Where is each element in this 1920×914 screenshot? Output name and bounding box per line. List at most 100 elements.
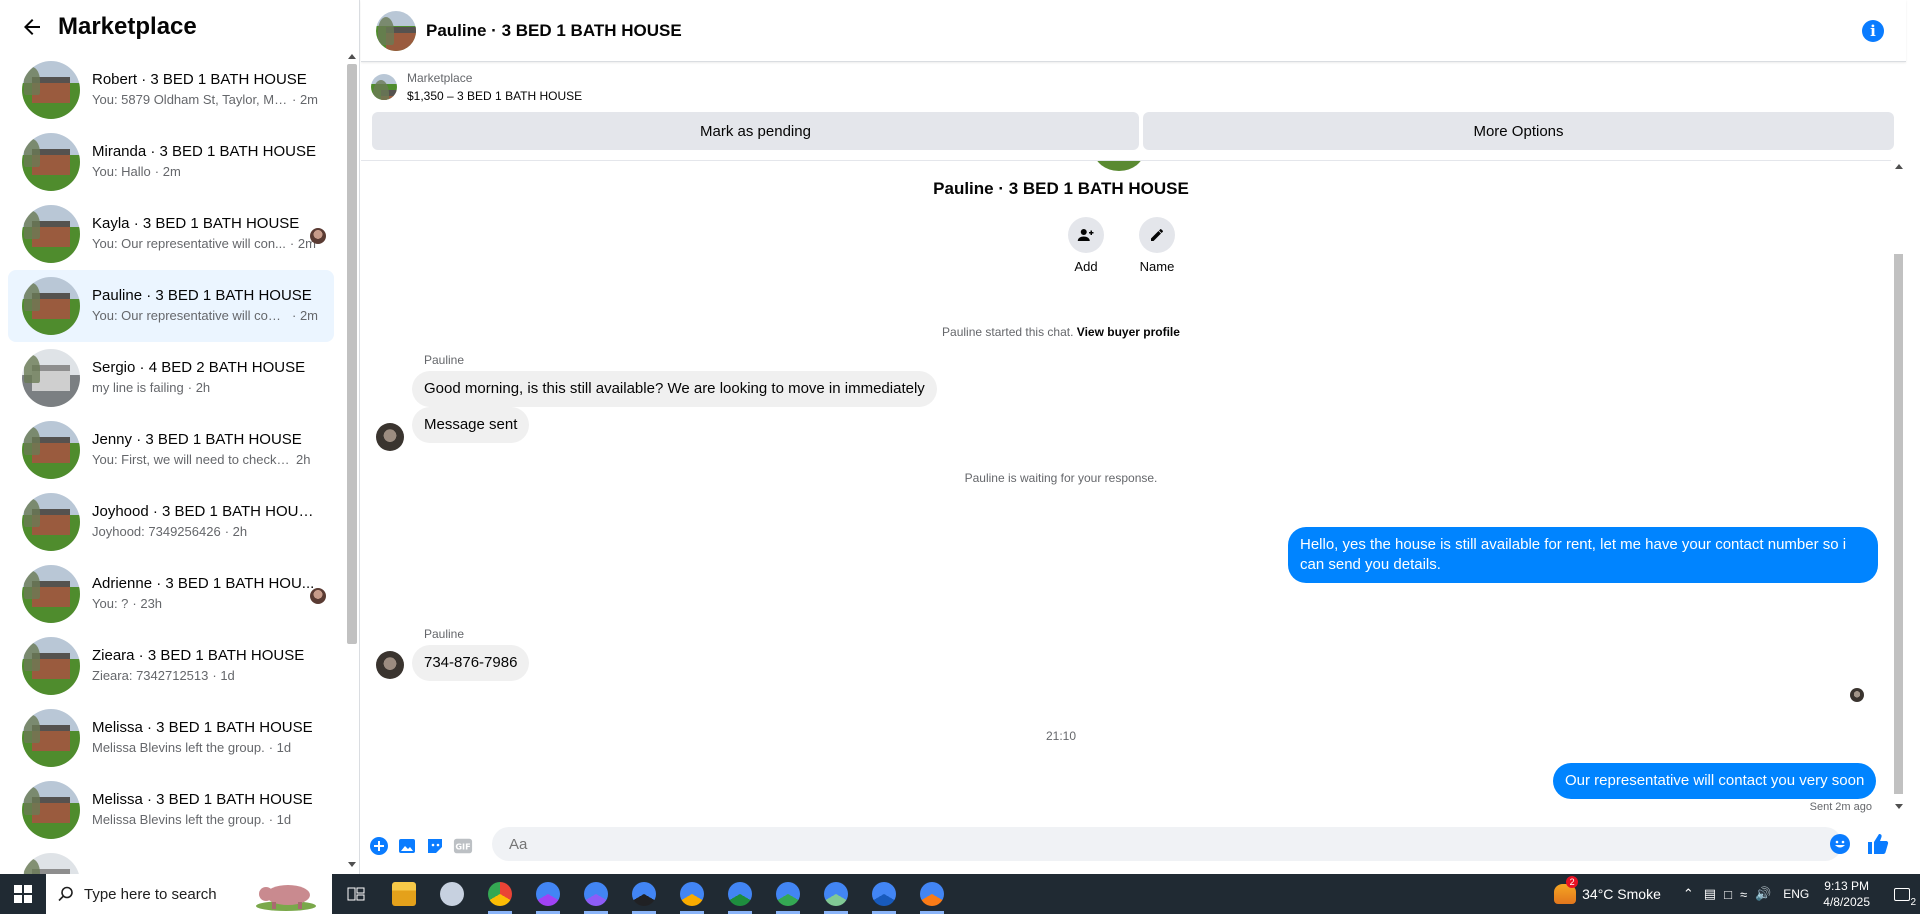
conversation-item[interactable]: Sergio · 4 BED 2 BATH HOUSE my line is fa… [8,342,334,414]
conversation-item[interactable]: Pauline · 3 BED 1 BATH HOUSE You: Our rep… [8,270,334,342]
marketplace-listing-bar[interactable]: Marketplace $1,350 – 3 BED 1 BATH HOUSE [361,62,1906,112]
conversation-preview: Melissa Blevins left the group. [92,740,265,755]
conversation-avatar [22,205,80,263]
emoji-icon[interactable] [1830,834,1850,854]
conversation-avatar [22,493,80,551]
conversation-item[interactable]: Melissa · 3 BED 1 BATH HOUSE Melissa Blev… [8,774,334,846]
clock[interactable]: 9:13 PM 4/8/2025 [1823,878,1870,910]
conversation-item[interactable]: Robert · 3 BED 1 BATH HOUSE You: 5879 Old… [8,54,334,126]
time-divider: 21:10 [1045,729,1077,743]
conversation-time: · 23h [132,596,163,611]
chrome-profile-icon[interactable] [668,874,716,914]
name-group-button[interactable]: Name [1139,217,1175,274]
group-avatar [1094,161,1144,171]
task-view-icon[interactable] [332,874,380,914]
chrome-icon[interactable] [476,874,524,914]
sender-avatar[interactable] [376,423,404,451]
chrome-profile-icon[interactable] [908,874,956,914]
taskbar-search[interactable]: Type here to search [46,874,332,914]
gif-icon[interactable]: GIF [453,836,473,856]
conversation-name: Jenny · 3 BED 1 BATH HOUSE [92,431,302,448]
search-icon [58,886,73,902]
chat-avatar[interactable] [376,10,416,51]
sticker-icon[interactable] [425,836,445,856]
chrome-profile-icon[interactable] [716,874,764,914]
file-explorer-icon[interactable] [380,874,428,914]
message-input[interactable] [492,827,1842,861]
scroll-up-icon[interactable] [1895,164,1903,169]
conversation-avatar [22,277,80,335]
conversation-name: Pauline · 3 BED 1 BATH HOUSE [92,287,312,304]
chevron-up-icon[interactable]: ⌃ [1683,886,1694,902]
plus-icon[interactable] [369,836,389,856]
conversation-avatar [22,781,80,839]
scroll-up-icon[interactable] [348,54,356,59]
notification-center-icon[interactable]: 2 [1884,874,1920,914]
like-thumbs-up-icon[interactable] [1866,832,1890,856]
chat-title[interactable]: Pauline · 3 BED 1 BATH HOUSE [426,21,682,41]
weather-text: 34°C Smoke [1582,886,1661,902]
conversation-time: · 2h [224,524,248,539]
listing-title[interactable]: $1,350 – 3 BED 1 BATH HOUSE [407,87,582,105]
clock-date: 4/8/2025 [1823,895,1870,909]
chrome-profile-icon[interactable] [572,874,620,914]
conversation-item[interactable]: Zieara · 3 BED 1 BATH HOUSE Zieara: 73427… [8,630,334,702]
volume-icon[interactable]: 🔊 [1755,886,1771,902]
incoming-message[interactable]: Message sent [412,407,530,443]
meet-now-icon[interactable]: □ [1724,887,1732,902]
view-buyer-profile-link[interactable]: View buyer profile [1077,325,1180,339]
sidebar-title: Marketplace [58,13,197,40]
more-options-button[interactable]: More Options [1143,112,1894,150]
mark-as-pending-button[interactable]: Mark as pending [372,112,1139,150]
system-tray: 2 34°C Smoke ⌃ ▤ □ ≈ 🔊 ENG 9:13 PM 4/8/2… [1554,874,1920,914]
network-icon[interactable]: ▤ [1704,886,1716,902]
conversation-avatar [22,61,80,119]
thread-scrollbar[interactable] [1891,160,1906,816]
chrome-profile-icon[interactable] [620,874,668,914]
notification-count: 2 [1910,897,1916,908]
scrollbar-thumb[interactable] [347,64,357,644]
image-icon[interactable] [397,836,417,856]
chrome-profile-icon[interactable] [860,874,908,914]
read-receipt-avatar [1850,688,1864,702]
thread-title: Pauline · 3 BED 1 BATH HOUSE [933,179,1189,198]
sender-name: Pauline [424,627,465,641]
chrome-profile-icon[interactable] [764,874,812,914]
conversation-name: Melissa · 3 BED 1 BATH HOUSE [92,791,313,808]
app-icon[interactable] [428,874,476,914]
outgoing-message[interactable]: Our representative will contact you very… [1553,763,1877,799]
pencil-icon [1139,217,1175,253]
sender-avatar[interactable] [376,651,404,679]
incoming-message[interactable]: 734-876-7986 [412,645,530,681]
scroll-down-icon[interactable] [348,862,356,867]
chrome-profile-icon[interactable] [524,874,572,914]
info-icon[interactable]: i [1862,20,1884,42]
conversation-avatar [22,637,80,695]
scroll-down-icon[interactable] [1895,804,1903,809]
back-arrow-icon[interactable] [20,15,44,39]
conversation-time: · 2m [292,308,318,323]
windows-taskbar: Type here to search 2 34°C Smoke ⌃ ▤ □ ≈… [0,874,1920,914]
add-member-button[interactable]: Add [1068,217,1104,274]
conversation-item[interactable]: Joyhood · 3 BED 1 BATH HOUSE Joyhood: 734… [8,486,334,558]
chat-panel: Pauline · 3 BED 1 BATH HOUSE i Marketpla… [361,0,1906,874]
incoming-message[interactable]: Good morning, is this still available? W… [412,371,937,407]
conversation-item[interactable]: Kayla · 3 BED 1 BATH HOUSE You: Our repre… [8,198,334,270]
conversation-item[interactable]: Jenny · 3 BED 1 BATH HOUSE You: First, we… [8,414,334,486]
conversation-item[interactable]: Miranda · 3 BED 1 BATH HOUSE You: Hallo · … [8,126,334,198]
name-label: Name [1139,259,1175,274]
conversation-item[interactable]: Adrienne · 3 BED 1 BATH HOU... You: ? · 23… [8,558,334,630]
conversation-item[interactable]: Sonny · 3 BED 2 BATH HOUSE [8,846,334,874]
weather-widget[interactable]: 2 34°C Smoke [1554,876,1661,904]
scrollbar-thumb[interactable] [1894,254,1903,794]
windows-start-icon[interactable] [0,874,46,914]
wifi-icon[interactable]: ≈ [1740,887,1747,902]
sender-name: Pauline [424,353,465,367]
conversation-time: · 2m [292,92,318,107]
chrome-profile-icon[interactable] [812,874,860,914]
sidebar-scrollbar[interactable] [344,50,358,870]
conversation-item[interactable]: Melissa · 3 BED 1 BATH HOUSE Melissa Blev… [8,702,334,774]
language-indicator[interactable]: ENG [1783,887,1809,901]
weather-badge: 2 [1566,876,1579,888]
outgoing-message[interactable]: Hello, yes the house is still available … [1288,527,1878,583]
